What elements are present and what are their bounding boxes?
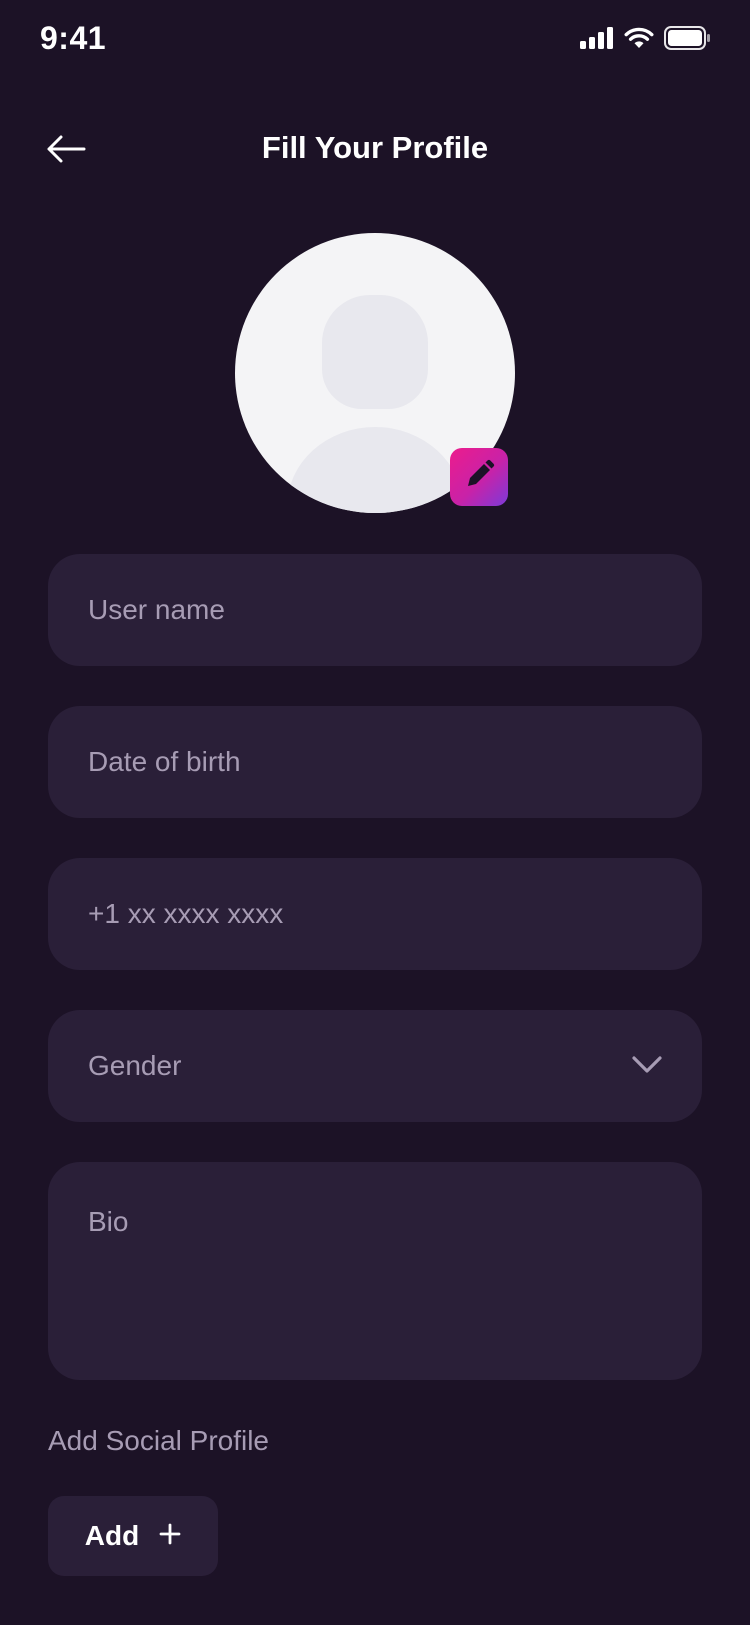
add-social-button[interactable]: Add [48,1496,218,1576]
avatar-placeholder-head [322,295,428,409]
avatar-container [235,233,515,513]
bio-textarea[interactable]: Bio [48,1162,702,1380]
date-of-birth-placeholder: Date of birth [88,746,241,777]
chevron-down-icon [630,1052,664,1078]
date-of-birth-field[interactable]: Date of birth [48,706,702,818]
avatar-placeholder-body [287,427,463,513]
add-button-label: Add [84,1520,140,1551]
phone-placeholder: +1 xx xxxx xxxx [88,898,284,929]
gender-placeholder: Gender [88,1050,182,1081]
status-time: 9:41 [40,20,107,56]
wifi-icon [624,27,654,54]
gender-select[interactable]: Gender [48,1010,702,1122]
bio-placeholder: Bio [88,1206,129,1237]
cellular-signal-icon [580,27,614,54]
username-placeholder: User name [88,594,225,625]
phone-field[interactable]: +1 xx xxxx xxxx [48,858,702,970]
header: Fill Your Profile [0,110,750,190]
pencil-icon [462,458,496,497]
page-title: Fill Your Profile [261,130,489,165]
status-icons [580,26,710,55]
username-field[interactable]: User name [48,554,702,666]
status-bar: 9:41 [0,0,750,80]
add-social-profile-label: Add Social Profile [48,1425,270,1456]
battery-icon [664,26,710,55]
fill-profile-screen: 9:41 Fill Your Profile User name Date of… [0,0,750,1625]
plus-icon [159,1523,181,1550]
edit-avatar-button[interactable] [450,448,508,506]
